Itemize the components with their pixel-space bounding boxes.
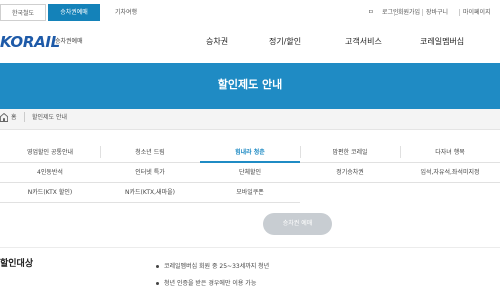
- tab-divider: [400, 146, 401, 158]
- section-divider: [0, 247, 500, 248]
- tab-divider: [300, 146, 301, 158]
- cart-link[interactable]: 장바구니: [426, 8, 448, 17]
- gnb-customer-service[interactable]: 고객서비스: [345, 37, 382, 47]
- top-tab-korail[interactable]: 한국철도: [0, 4, 46, 21]
- tab-ncard-ktx-saemaeul[interactable]: N카드(KTX,새마을): [100, 183, 200, 203]
- page-title: 할인제도 안내: [217, 78, 283, 91]
- logo-subtitle: 승차권예매: [55, 38, 83, 45]
- utility-divider: [459, 9, 460, 16]
- gnb-membership[interactable]: 코레일멤버십: [420, 37, 464, 47]
- utility-divider: [422, 9, 423, 16]
- tab-ncard-ktx[interactable]: N카드(KTX 할인): [0, 183, 100, 203]
- tab-youth-cheer[interactable]: 힘내라 청춘: [200, 143, 300, 163]
- login-link[interactable]: 로그인: [382, 8, 399, 17]
- discount-tab-grid: 영업할인 공통안내 청소년 드림 힘내라 청춘 맘편한 코레일 다자녀 행복 4…: [0, 143, 500, 203]
- tab-common-guide[interactable]: 영업할인 공통안내: [0, 143, 100, 163]
- tab-youth-dream[interactable]: 청소년 드림: [100, 143, 200, 163]
- home-icon[interactable]: [0, 113, 8, 122]
- tab-mobile-coupon[interactable]: 모바일쿠폰: [200, 183, 300, 203]
- tab-group-discount[interactable]: 단체할인: [200, 163, 300, 183]
- tab-commuter-ticket[interactable]: 정기승차권: [300, 163, 400, 183]
- list-item: 코레일멤버십 회원 중 25~33세까지 청년: [156, 262, 496, 271]
- breadcrumb: [0, 109, 500, 130]
- tab-internet-special[interactable]: 인터넷 특가: [100, 163, 200, 183]
- gnb-discount[interactable]: 정기/할인: [269, 37, 301, 47]
- breadcrumb-current[interactable]: 할인제도 안내: [32, 113, 67, 122]
- eligibility-list: 코레일멤버십 회원 중 25~33세까지 청년 청년 인증을 받은 경우에만 이…: [156, 262, 496, 296]
- tab-multi-child[interactable]: 다자녀 행복: [400, 143, 500, 163]
- top-tab-ticketing[interactable]: 승차권예매: [48, 4, 100, 21]
- korail-logo[interactable]: KORAIL: [0, 34, 60, 50]
- breadcrumb-home[interactable]: 홈: [11, 113, 17, 122]
- list-item: 청년 인증을 받은 경우에만 이용 가능: [156, 279, 496, 288]
- tab-comfortable-korail[interactable]: 맘편한 코레일: [300, 143, 400, 163]
- reserve-ticket-button[interactable]: 승차권 예매: [263, 213, 332, 235]
- utility-icon: ㅁ: [368, 9, 374, 16]
- tab-divider: [100, 146, 101, 158]
- signup-link[interactable]: 회원가입: [398, 8, 420, 17]
- utility-divider: [394, 9, 395, 16]
- tab-standing-seat[interactable]: 입석,자유석,좌석미지정: [400, 163, 500, 183]
- top-tab-travel[interactable]: 기차여행: [102, 4, 150, 21]
- breadcrumb-divider: [24, 112, 25, 122]
- section-title: 할인대상: [0, 259, 34, 269]
- gnb-ticket[interactable]: 승차권: [206, 37, 228, 47]
- mypage-link[interactable]: 마이페이지: [463, 8, 491, 17]
- tab-four-person-seat[interactable]: 4인동반석: [0, 163, 100, 183]
